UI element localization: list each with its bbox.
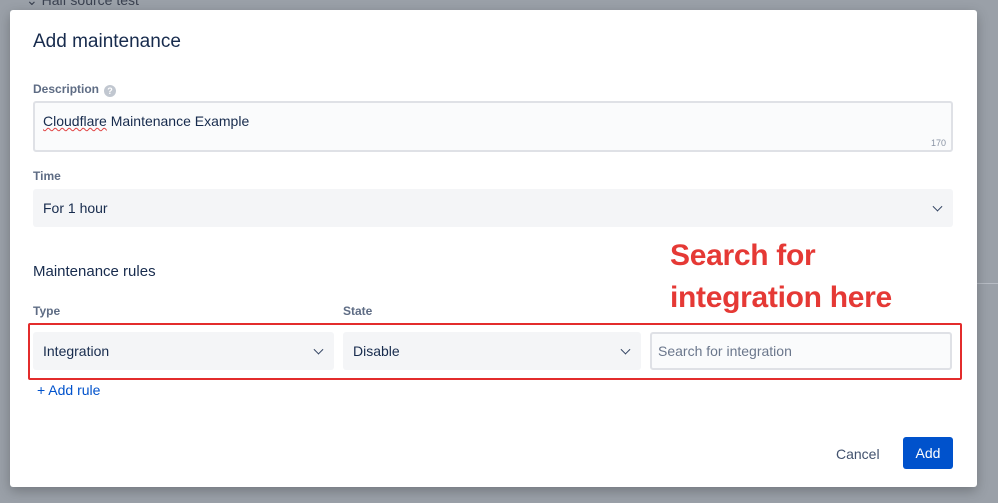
add-maintenance-dialog: Add maintenance Description? Cloudflare … [10,10,977,487]
help-icon[interactable]: ? [104,85,117,97]
description-value: Cloudflare Maintenance Example [43,113,250,129]
time-select-value: For 1 hour [43,200,108,216]
state-label: State [343,304,373,318]
integration-search-input[interactable] [650,332,952,370]
cancel-button[interactable]: Cancel [828,439,888,469]
description-field[interactable]: Cloudflare Maintenance Example 170 [33,101,953,152]
background-row-text: ⌄ Half source test [26,0,139,8]
background-divider [975,283,998,284]
state-select-value: Disable [353,343,400,359]
add-rule-link[interactable]: + Add rule [37,382,100,398]
type-select-value: Integration [43,343,110,359]
chevron-down-icon [932,201,943,212]
chevron-down-icon [313,344,324,355]
annotation-line-1: Search for [670,239,816,272]
type-label: Type [33,304,61,318]
add-button[interactable]: Add [903,437,953,469]
annotation-line-2: integration here [670,281,892,314]
time-label: Time [33,169,61,183]
dialog-title: Add maintenance [33,31,181,52]
state-select[interactable]: Disable [343,332,641,370]
description-label: Description? [33,82,117,97]
time-select[interactable]: For 1 hour [33,189,953,227]
type-select[interactable]: Integration [33,332,334,370]
maintenance-rules-title: Maintenance rules [33,263,156,280]
annotation-callout: Search for integration here [670,235,950,319]
char-counter: 170 [930,138,946,148]
chevron-down-icon [620,344,631,355]
